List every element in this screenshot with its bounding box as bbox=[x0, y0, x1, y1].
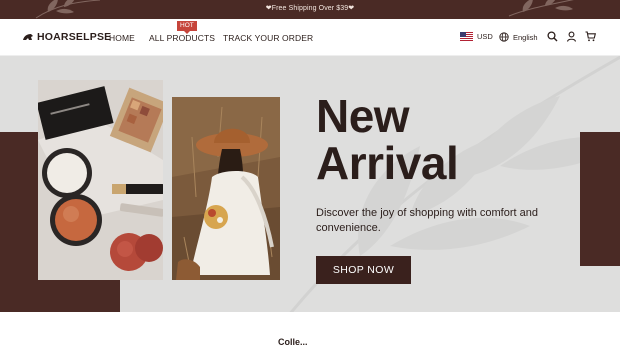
shop-now-button[interactable]: SHOP NOW bbox=[316, 256, 411, 284]
hero-banner[interactable]: New Arrival Discover the joy of shopping… bbox=[0, 56, 620, 312]
announcement-text: ❤Free Shipping Over $39❤ bbox=[265, 5, 355, 12]
decor-block-bottom bbox=[0, 280, 120, 312]
hot-badge: HOT bbox=[177, 21, 197, 34]
language-label: English bbox=[513, 32, 538, 42]
nav-all-products[interactable]: ALL PRODUCTS bbox=[149, 33, 215, 43]
next-section-heading: Colle... bbox=[278, 337, 308, 347]
language-selector[interactable]: English bbox=[499, 32, 538, 42]
hero-subtitle: Discover the joy of shopping with comfor… bbox=[316, 207, 538, 234]
cart-icon[interactable] bbox=[585, 31, 596, 42]
brand-logo[interactable]: HOARSELPSE bbox=[22, 31, 111, 43]
woman-hat-photo bbox=[172, 97, 280, 280]
account-icon[interactable] bbox=[566, 31, 577, 42]
cosmetics-photo bbox=[38, 80, 163, 280]
hero-title-line-2: Arrival bbox=[316, 137, 459, 189]
currency-label: USD bbox=[477, 32, 493, 41]
flag-us-icon bbox=[460, 32, 473, 41]
decor-block-right bbox=[580, 132, 620, 266]
announcement-bar: ❤Free Shipping Over $39❤ bbox=[0, 0, 620, 19]
site-header: HOARSELPSE HOME ALL PRODUCTS HOT TRACK Y… bbox=[0, 19, 620, 56]
currency-selector[interactable]: USD bbox=[460, 32, 493, 41]
hero-title-line-1: New bbox=[316, 90, 410, 142]
search-icon[interactable] bbox=[547, 31, 558, 42]
hero-title: New Arrival bbox=[316, 90, 459, 189]
horse-logo-icon bbox=[23, 33, 33, 40]
globe-icon bbox=[499, 32, 509, 42]
brand-name: HOARSELPSE bbox=[37, 31, 112, 43]
nav-track-order[interactable]: TRACK YOUR ORDER bbox=[223, 33, 313, 43]
nav-home[interactable]: HOME bbox=[109, 33, 135, 43]
